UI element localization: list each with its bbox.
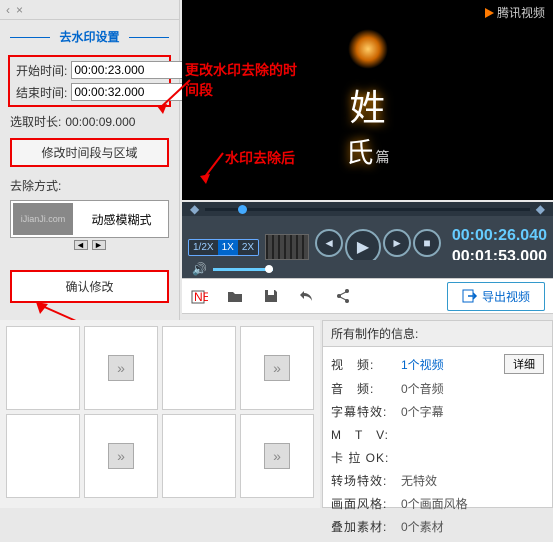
prev-frame-button[interactable]: ◄ — [315, 229, 343, 257]
info-row-audio: 音 频: 0个音频 — [331, 377, 544, 400]
speed-selector: 1/2X 1X 2X — [188, 239, 259, 256]
share-icon[interactable] — [334, 287, 352, 305]
time-range-group: 开始时间: 结束时间: — [8, 55, 171, 107]
next-frame-button[interactable]: ► — [383, 229, 411, 257]
video-content: 姓 氏 篇 — [258, 20, 478, 180]
svg-text:NEW: NEW — [194, 290, 208, 304]
video-title-char: 姓 — [349, 79, 385, 131]
speed-one[interactable]: 1X — [218, 240, 238, 255]
info-row-overlay: 叠加素材: 0个素材 — [331, 515, 544, 538]
new-icon[interactable]: NEW — [190, 287, 208, 305]
undo-icon[interactable] — [298, 287, 316, 305]
info-row-karaoke: 卡 拉 OK: — [331, 446, 544, 469]
info-key: 字幕特效: — [331, 403, 395, 420]
transition-cell[interactable]: » — [240, 326, 314, 410]
info-value: 无特效 — [401, 472, 437, 489]
confirm-button[interactable]: 确认修改 — [10, 270, 169, 303]
info-key: 音 频: — [331, 380, 395, 397]
detail-button[interactable]: 详细 — [504, 354, 544, 374]
info-row-mtv: M T V: — [331, 423, 544, 446]
video-sub-label: 篇 — [376, 147, 390, 167]
transition-icon: » — [108, 443, 134, 469]
info-key: M T V: — [331, 426, 395, 443]
current-time: 00:00:26.040 — [452, 226, 547, 247]
slider-end-icon: ◆ — [536, 202, 545, 216]
tab-collapse-icon[interactable]: ‹ — [6, 3, 10, 17]
remove-method-selector[interactable]: iJianJi.com 动感模糊式 — [10, 200, 169, 238]
progress-knob[interactable] — [238, 205, 247, 214]
method-next-icon[interactable]: ► — [92, 240, 106, 250]
volume-row: 🔊 — [182, 260, 553, 278]
glow-effect — [348, 29, 388, 69]
progress-track[interactable] — [205, 208, 530, 211]
info-value: 0个音频 — [401, 380, 444, 397]
slider-start-icon: ◆ — [190, 202, 199, 216]
transition-cell[interactable]: » — [84, 326, 158, 410]
info-header: 所有制作的信息: — [323, 321, 552, 347]
project-info-panel: 所有制作的信息: 视 频: 1个视频 详细 音 频: 0个音频 字幕特效: 0个字幕… — [322, 320, 553, 508]
export-video-button[interactable]: 导出视频 — [447, 282, 545, 311]
info-value: 0个素材 — [401, 518, 444, 535]
tab-close-icon[interactable]: × — [16, 3, 23, 17]
panel-tab-header: ‹ × — [0, 0, 179, 20]
transition-cell[interactable]: » — [240, 414, 314, 498]
duration-label: 选取时长: — [10, 113, 61, 130]
duration-value: 00:00:09.000 — [65, 115, 135, 129]
method-name: 动感模糊式 — [75, 211, 168, 228]
export-icon — [462, 289, 478, 303]
end-time-label: 结束时间: — [16, 84, 67, 101]
progress-bar[interactable]: ◆ ◆ — [182, 202, 553, 216]
info-value: 0个字幕 — [401, 403, 444, 420]
toolbar: NEW 导出视频 — [182, 278, 553, 314]
info-row-style: 画面风格: 0个画面风格 — [331, 492, 544, 515]
timeline-thumbnails: » » » » — [0, 320, 320, 508]
volume-slider[interactable] — [213, 268, 273, 271]
clip-cell[interactable] — [6, 326, 80, 410]
video-provider-text: 腾讯视频 — [497, 4, 545, 21]
info-key: 画面风格: — [331, 495, 395, 512]
start-time-label: 开始时间: — [16, 62, 67, 79]
info-key: 卡 拉 OK: — [331, 449, 395, 466]
folder-open-icon[interactable] — [226, 287, 244, 305]
transition-cell[interactable]: » — [84, 414, 158, 498]
volume-knob[interactable] — [265, 265, 273, 273]
info-key: 转场特效: — [331, 472, 395, 489]
info-row-transition: 转场特效: 无特效 — [331, 469, 544, 492]
info-value: 0个画面风格 — [401, 495, 468, 512]
speed-two[interactable]: 2X — [238, 240, 258, 255]
method-thumb: iJianJi.com — [13, 203, 73, 235]
speed-half[interactable]: 1/2X — [189, 240, 218, 255]
info-value: 1个视频 — [401, 356, 444, 373]
info-key: 叠加素材: — [331, 518, 395, 535]
clip-cell[interactable] — [162, 414, 236, 498]
watermark-settings-panel: ‹ × 去水印设置 开始时间: 结束时间: 选取时长: 00:00:09.000… — [0, 0, 180, 320]
transition-icon: » — [108, 355, 134, 381]
play-logo-icon — [483, 7, 495, 19]
volume-icon[interactable]: 🔊 — [192, 262, 207, 276]
remove-method-label: 去除方式: — [0, 171, 179, 200]
transition-icon: » — [264, 355, 290, 381]
info-row-video: 视 频: 1个视频 详细 — [331, 351, 544, 377]
clip-cell[interactable] — [6, 414, 80, 498]
edit-range-button[interactable]: 修改时间段与区域 — [10, 138, 169, 167]
video-preview: 腾讯视频 姓 氏 篇 — [182, 0, 553, 200]
video-sub-char: 氏 — [345, 131, 373, 171]
info-row-subtitle: 字幕特效: 0个字幕 — [331, 400, 544, 423]
method-prev-icon[interactable]: ◄ — [74, 240, 88, 250]
stop-button[interactable]: ■ — [413, 229, 441, 257]
clip-cell[interactable] — [162, 326, 236, 410]
info-key: 视 频: — [331, 356, 395, 373]
export-label: 导出视频 — [482, 288, 530, 305]
save-icon[interactable] — [262, 287, 280, 305]
video-provider-watermark: 腾讯视频 — [483, 4, 545, 21]
section-title: 去水印设置 — [0, 20, 179, 53]
transition-icon: » — [264, 443, 290, 469]
filmstrip-icon[interactable] — [265, 234, 309, 260]
